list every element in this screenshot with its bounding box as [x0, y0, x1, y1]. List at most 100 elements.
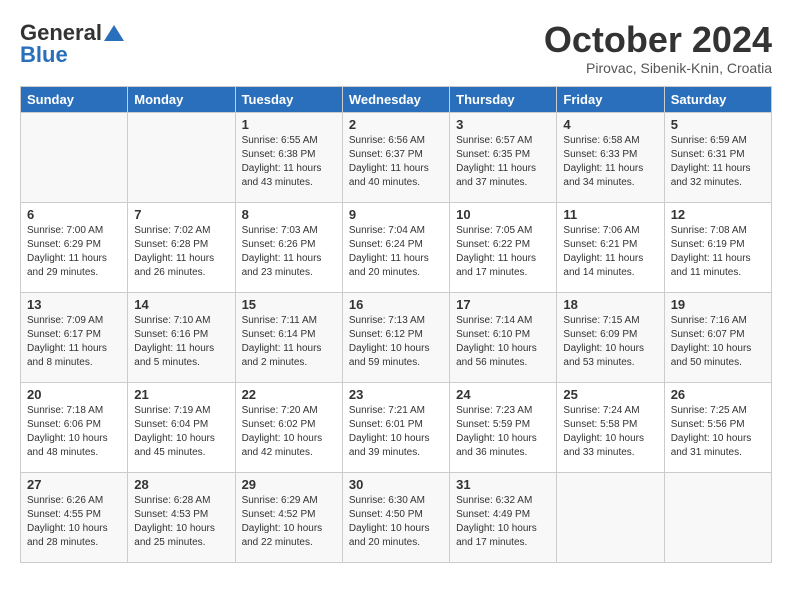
calendar-cell: 21 Sunrise: 7:19 AM Sunset: 6:04 PM Dayli… [128, 382, 235, 472]
calendar-cell: 12 Sunrise: 7:08 AM Sunset: 6:19 PM Dayli… [664, 202, 771, 292]
day-info: Sunrise: 7:04 AM Sunset: 6:24 PM Dayligh… [349, 224, 443, 280]
day-header-saturday: Saturday [664, 86, 771, 112]
day-number: 9 [349, 207, 443, 222]
day-info: Sunrise: 7:25 AM Sunset: 5:56 PM Dayligh… [671, 404, 765, 460]
week-row-4: 20Sunrise: 7:18 AM Sunset: 6:06 PM Dayli… [21, 382, 772, 472]
day-info: Sunrise: 7:10 AM Sunset: 6:16 PM Dayligh… [134, 314, 228, 370]
day-number: 22 [242, 387, 336, 402]
day-number: 6 [27, 207, 121, 222]
calendar-cell: 7 Sunrise: 7:02 AM Sunset: 6:28 PM Daylig… [128, 202, 235, 292]
day-info: Sunrise: 7:20 AM Sunset: 6:02 PM Dayligh… [242, 404, 336, 460]
day-info: Sunrise: 7:15 AM Sunset: 6:09 PM Dayligh… [563, 314, 657, 370]
day-info: Sunrise: 6:32 AM Sunset: 4:49 PM Dayligh… [456, 494, 550, 550]
week-row-2: 6 Sunrise: 7:00 AM Sunset: 6:29 PM Daylig… [21, 202, 772, 292]
calendar-cell: 19 Sunrise: 7:16 AM Sunset: 6:07 PM Dayli… [664, 292, 771, 382]
day-number: 3 [456, 117, 550, 132]
calendar-cell: 27 Sunrise: 6:26 AM Sunset: 4:55 PM Dayli… [21, 472, 128, 562]
day-info: Sunrise: 7:24 AM Sunset: 5:58 PM Dayligh… [563, 404, 657, 460]
day-info: Sunrise: 6:30 AM Sunset: 4:50 PM Dayligh… [349, 494, 443, 550]
calendar-cell: 29 Sunrise: 6:29 AM Sunset: 4:52 PM Dayli… [235, 472, 342, 562]
day-number: 18 [563, 297, 657, 312]
day-info: Sunrise: 7:13 AM Sunset: 6:12 PM Dayligh… [349, 314, 443, 370]
day-number: 17 [456, 297, 550, 312]
calendar-cell: 8 Sunrise: 7:03 AM Sunset: 6:26 PM Daylig… [235, 202, 342, 292]
calendar-cell: 6 Sunrise: 7:00 AM Sunset: 6:29 PM Daylig… [21, 202, 128, 292]
calendar-cell: 23Sunrise: 7:21 AM Sunset: 6:01 PM Dayli… [342, 382, 449, 472]
day-number: 13 [27, 297, 121, 312]
logo-icon [104, 25, 124, 41]
day-number: 19 [671, 297, 765, 312]
day-info: Sunrise: 6:59 AM Sunset: 6:31 PM Dayligh… [671, 134, 765, 190]
calendar-cell [557, 472, 664, 562]
calendar-cell: 3 Sunrise: 6:57 AM Sunset: 6:35 PM Daylig… [450, 112, 557, 202]
day-info: Sunrise: 7:23 AM Sunset: 5:59 PM Dayligh… [456, 404, 550, 460]
calendar-cell: 1 Sunrise: 6:55 AM Sunset: 6:38 PM Daylig… [235, 112, 342, 202]
calendar-cell: 20Sunrise: 7:18 AM Sunset: 6:06 PM Dayli… [21, 382, 128, 472]
calendar-cell: 4 Sunrise: 6:58 AM Sunset: 6:33 PM Daylig… [557, 112, 664, 202]
day-number: 21 [134, 387, 228, 402]
day-number: 14 [134, 297, 228, 312]
calendar-cell: 15 Sunrise: 7:11 AM Sunset: 6:14 PM Dayli… [235, 292, 342, 382]
calendar-cell: 14 Sunrise: 7:10 AM Sunset: 6:16 PM Dayli… [128, 292, 235, 382]
day-number: 7 [134, 207, 228, 222]
calendar-cell: 25 Sunrise: 7:24 AM Sunset: 5:58 PM Dayli… [557, 382, 664, 472]
calendar-cell: 31 Sunrise: 6:32 AM Sunset: 4:49 PM Dayli… [450, 472, 557, 562]
day-info: Sunrise: 7:14 AM Sunset: 6:10 PM Dayligh… [456, 314, 550, 370]
calendar-cell: 18 Sunrise: 7:15 AM Sunset: 6:09 PM Dayli… [557, 292, 664, 382]
calendar-cell: 22 Sunrise: 7:20 AM Sunset: 6:02 PM Dayli… [235, 382, 342, 472]
day-info: Sunrise: 6:56 AM Sunset: 6:37 PM Dayligh… [349, 134, 443, 190]
day-number: 2 [349, 117, 443, 132]
calendar-cell: 16Sunrise: 7:13 AM Sunset: 6:12 PM Dayli… [342, 292, 449, 382]
day-header-wednesday: Wednesday [342, 86, 449, 112]
calendar-cell: 30 Sunrise: 6:30 AM Sunset: 4:50 PM Dayli… [342, 472, 449, 562]
day-number: 20 [27, 387, 121, 402]
day-info: Sunrise: 7:00 AM Sunset: 6:29 PM Dayligh… [27, 224, 121, 280]
day-info: Sunrise: 7:16 AM Sunset: 6:07 PM Dayligh… [671, 314, 765, 370]
day-number: 27 [27, 477, 121, 492]
day-number: 30 [349, 477, 443, 492]
day-number: 29 [242, 477, 336, 492]
day-info: Sunrise: 7:19 AM Sunset: 6:04 PM Dayligh… [134, 404, 228, 460]
day-number: 28 [134, 477, 228, 492]
day-info: Sunrise: 6:29 AM Sunset: 4:52 PM Dayligh… [242, 494, 336, 550]
day-header-sunday: Sunday [21, 86, 128, 112]
day-header-thursday: Thursday [450, 86, 557, 112]
day-info: Sunrise: 7:03 AM Sunset: 6:26 PM Dayligh… [242, 224, 336, 280]
calendar-cell [21, 112, 128, 202]
calendar-cell: 5 Sunrise: 6:59 AM Sunset: 6:31 PM Daylig… [664, 112, 771, 202]
day-info: Sunrise: 6:55 AM Sunset: 6:38 PM Dayligh… [242, 134, 336, 190]
day-info: Sunrise: 7:02 AM Sunset: 6:28 PM Dayligh… [134, 224, 228, 280]
page-header: General Blue October 2024 Pirovac, Siben… [20, 20, 772, 76]
day-header-monday: Monday [128, 86, 235, 112]
day-info: Sunrise: 6:58 AM Sunset: 6:33 PM Dayligh… [563, 134, 657, 190]
title-block: October 2024 Pirovac, Sibenik-Knin, Croa… [544, 20, 772, 76]
calendar-cell: 17 Sunrise: 7:14 AM Sunset: 6:10 PM Dayli… [450, 292, 557, 382]
day-number: 11 [563, 207, 657, 222]
day-number: 15 [242, 297, 336, 312]
calendar-cell: 26 Sunrise: 7:25 AM Sunset: 5:56 PM Dayli… [664, 382, 771, 472]
day-number: 4 [563, 117, 657, 132]
day-info: Sunrise: 6:28 AM Sunset: 4:53 PM Dayligh… [134, 494, 228, 550]
day-number: 24 [456, 387, 550, 402]
day-info: Sunrise: 7:06 AM Sunset: 6:21 PM Dayligh… [563, 224, 657, 280]
day-info: Sunrise: 6:57 AM Sunset: 6:35 PM Dayligh… [456, 134, 550, 190]
header-row: SundayMondayTuesdayWednesdayThursdayFrid… [21, 86, 772, 112]
day-number: 31 [456, 477, 550, 492]
calendar-cell: 11 Sunrise: 7:06 AM Sunset: 6:21 PM Dayli… [557, 202, 664, 292]
calendar-cell [128, 112, 235, 202]
day-number: 8 [242, 207, 336, 222]
day-number: 25 [563, 387, 657, 402]
day-number: 5 [671, 117, 765, 132]
calendar-cell: 28 Sunrise: 6:28 AM Sunset: 4:53 PM Dayli… [128, 472, 235, 562]
day-number: 12 [671, 207, 765, 222]
location: Pirovac, Sibenik-Knin, Croatia [544, 60, 772, 76]
day-info: Sunrise: 6:26 AM Sunset: 4:55 PM Dayligh… [27, 494, 121, 550]
day-info: Sunrise: 7:11 AM Sunset: 6:14 PM Dayligh… [242, 314, 336, 370]
week-row-5: 27 Sunrise: 6:26 AM Sunset: 4:55 PM Dayli… [21, 472, 772, 562]
calendar-cell: 2 Sunrise: 6:56 AM Sunset: 6:37 PM Daylig… [342, 112, 449, 202]
day-number: 1 [242, 117, 336, 132]
calendar-cell: 24 Sunrise: 7:23 AM Sunset: 5:59 PM Dayli… [450, 382, 557, 472]
day-number: 26 [671, 387, 765, 402]
calendar-cell: 13Sunrise: 7:09 AM Sunset: 6:17 PM Dayli… [21, 292, 128, 382]
day-info: Sunrise: 7:08 AM Sunset: 6:19 PM Dayligh… [671, 224, 765, 280]
